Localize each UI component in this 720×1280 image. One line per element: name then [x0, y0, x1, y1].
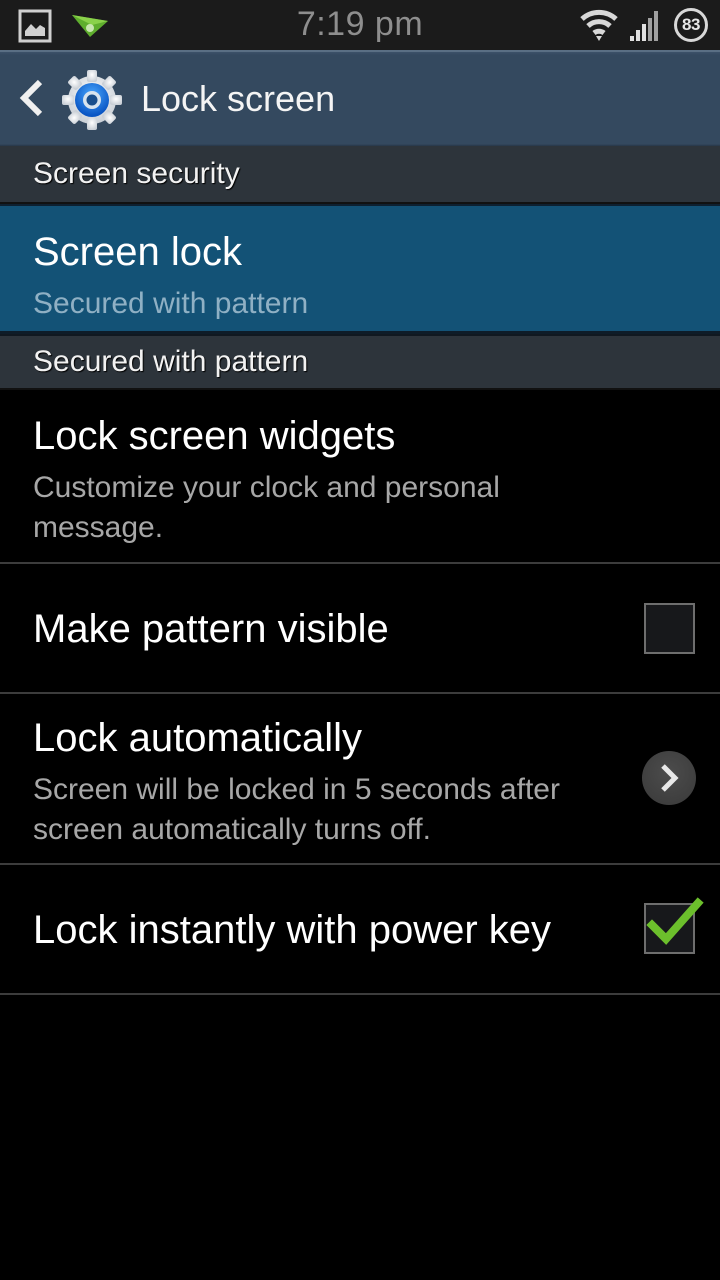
pref-title: Lock screen widgets	[33, 414, 396, 458]
back-button[interactable]	[14, 78, 48, 118]
pref-title: Make pattern visible	[33, 607, 389, 651]
category-screen-security: Screen security	[0, 146, 720, 204]
pref-title: Lock automatically	[33, 716, 363, 760]
pref-summary: Screen will be locked in 5 seconds after…	[33, 773, 560, 846]
pref-make-pattern-visible[interactable]: Make pattern visible	[0, 564, 720, 694]
action-bar: Lock screen	[0, 50, 720, 146]
pref-title: Screen lock	[33, 230, 242, 274]
settings-gear-icon	[62, 70, 122, 130]
battery-icon: 83	[674, 8, 708, 42]
pref-title: Lock instantly with power key	[33, 908, 552, 952]
system-icons: 83	[580, 7, 708, 43]
pref-summary: Customize your clock and personal messag…	[33, 471, 500, 544]
lock-automatically-options-button[interactable]	[642, 751, 696, 805]
status-bar: 7:19 pm 83	[0, 0, 720, 50]
checkmark-icon	[646, 897, 704, 945]
chevron-right-icon	[661, 764, 679, 792]
pref-lock-automatically[interactable]: Lock automatically Screen will be locked…	[0, 694, 720, 865]
pref-summary: Secured with pattern	[33, 287, 309, 320]
make-pattern-visible-checkbox[interactable]	[644, 603, 695, 654]
pref-lock-instantly-power-key[interactable]: Lock instantly with power key	[0, 865, 720, 995]
wifi-icon	[580, 9, 618, 41]
signal-icon	[630, 11, 658, 41]
lock-instantly-checkbox[interactable]	[644, 897, 704, 954]
page-title: Lock screen	[141, 78, 336, 119]
back-chevron-icon	[19, 79, 43, 117]
category-secured-with-pattern: Secured with pattern	[0, 334, 720, 390]
pref-screen-lock[interactable]: Screen lock Secured with pattern	[0, 204, 720, 334]
pref-lock-screen-widgets[interactable]: Lock screen widgets Customize your clock…	[0, 390, 720, 564]
